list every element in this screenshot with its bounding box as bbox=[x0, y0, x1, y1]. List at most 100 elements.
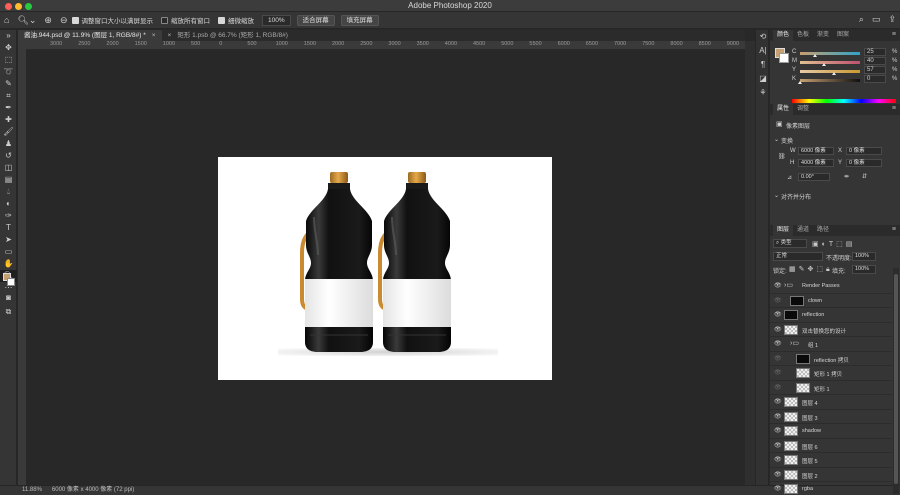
fill-field[interactable]: 100% bbox=[852, 265, 876, 274]
panel-menu-icon[interactable]: ≡ bbox=[892, 226, 896, 233]
share-icon[interactable]: ⇪ bbox=[888, 14, 896, 25]
x-field[interactable]: 0 像素 bbox=[846, 147, 882, 155]
zoom-percent-field[interactable]: 100% bbox=[262, 14, 291, 26]
visibility-eye-icon[interactable]: 👁︎ bbox=[774, 326, 782, 333]
tab-properties[interactable]: 属性 bbox=[773, 104, 794, 115]
background-color-swatch[interactable] bbox=[779, 53, 789, 63]
zoom-all-windows-checkbox[interactable]: 缩放所有窗口 bbox=[161, 15, 210, 25]
paragraph-panel-icon[interactable]: ¶ bbox=[756, 58, 770, 72]
brush-tool-icon[interactable]: 🖌︎ bbox=[0, 126, 17, 138]
workspace-icon[interactable]: ▭ bbox=[872, 14, 881, 25]
visibility-eye-icon[interactable]: 👁︎ bbox=[774, 456, 782, 463]
visibility-eye-icon[interactable]: 👁︎ bbox=[774, 282, 782, 289]
canvas-vertical-scrollbar[interactable] bbox=[745, 41, 755, 485]
slider-track[interactable] bbox=[800, 70, 860, 73]
flip-horizontal-icon[interactable]: ⇹ bbox=[844, 173, 849, 180]
color-slider-c[interactable]: C 25% bbox=[792, 48, 898, 57]
zoom-tool-preset-icon[interactable]: 🔍︎⌄ bbox=[17, 15, 36, 26]
layer-row[interactable]: 👁︎ reflection bbox=[770, 308, 892, 323]
tab-color[interactable]: 颜色 bbox=[773, 30, 794, 41]
screen-mode-icon[interactable]: ⧉ bbox=[0, 306, 17, 318]
opacity-field[interactable]: 100% bbox=[852, 252, 876, 261]
slider-value-field[interactable]: 57 bbox=[864, 66, 886, 74]
slider-value-field[interactable]: 0 bbox=[864, 75, 886, 83]
clone-stamp-tool-icon[interactable]: ♟ bbox=[0, 138, 17, 150]
slider-track[interactable] bbox=[800, 79, 860, 82]
scrubby-zoom-checkbox[interactable]: 细微缩放 bbox=[218, 15, 254, 25]
visibility-eye-icon[interactable]: 👁︎ bbox=[774, 340, 782, 347]
visibility-eye-icon[interactable]: 👁︎ bbox=[774, 369, 782, 376]
layer-row[interactable]: 👁︎ ›▭ 组 1 bbox=[770, 337, 892, 352]
tab-channels[interactable]: 通道 bbox=[793, 225, 813, 236]
layer-row[interactable]: 👁︎ 双击替换您的设计 bbox=[770, 323, 892, 337]
dodge-tool-icon[interactable]: ◐ bbox=[0, 198, 17, 210]
properties-dock-icon[interactable]: ⚘ bbox=[756, 86, 770, 100]
blend-mode-select[interactable]: 正常 bbox=[773, 252, 823, 261]
lock-icons[interactable]: ▦✎✥⬚🔒︎ bbox=[789, 265, 833, 274]
pen-tool-icon[interactable]: ✑ bbox=[0, 210, 17, 222]
history-panel-icon[interactable]: ⟲ bbox=[756, 30, 770, 44]
chevron-down-icon[interactable]: ⌄ bbox=[774, 136, 779, 143]
chevron-down-icon[interactable]: ⌄ bbox=[774, 192, 779, 199]
layer-row[interactable]: 👁︎ 矩形 1 拷贝 bbox=[770, 366, 892, 381]
width-field[interactable]: 6000 像素 bbox=[798, 147, 834, 155]
visibility-eye-icon[interactable]: 👁︎ bbox=[774, 485, 782, 492]
tab-layers[interactable]: 图层 bbox=[773, 225, 794, 236]
color-slider-k[interactable]: K 0% bbox=[792, 75, 898, 84]
visibility-eye-icon[interactable]: 👁︎ bbox=[774, 384, 782, 391]
folder-icon[interactable]: ›▭ bbox=[784, 281, 798, 291]
angle-field[interactable]: 0.00° bbox=[798, 173, 830, 181]
background-color-swatch[interactable] bbox=[7, 278, 15, 286]
type-tool-icon[interactable]: T bbox=[0, 222, 17, 234]
layer-row[interactable]: 👁︎ 图层 3 bbox=[770, 410, 892, 424]
visibility-eye-icon[interactable]: 👁︎ bbox=[774, 413, 782, 420]
layer-row[interactable]: 👁︎ 图层 4 bbox=[770, 395, 892, 410]
slider-thumb[interactable] bbox=[798, 81, 802, 84]
slider-track[interactable] bbox=[800, 52, 860, 55]
scrollbar-thumb[interactable] bbox=[894, 274, 898, 484]
character-panel-icon[interactable]: A| bbox=[756, 44, 770, 58]
panel-menu-icon[interactable]: ≡ bbox=[892, 31, 896, 38]
color-spectrum[interactable] bbox=[792, 99, 896, 103]
visibility-eye-icon[interactable]: 👁︎ bbox=[774, 297, 782, 304]
link-icon[interactable]: ⛓ bbox=[778, 153, 786, 160]
eyedropper-tool-icon[interactable]: ✒ bbox=[0, 102, 17, 114]
layers-scrollbar[interactable] bbox=[893, 268, 899, 494]
layer-filter-icons[interactable]: ▣◐T⬚▤ bbox=[812, 240, 855, 248]
slider-value-field[interactable]: 25 bbox=[864, 48, 886, 56]
layer-filter-select[interactable]: ⌕ 类型 bbox=[773, 239, 807, 248]
slider-value-field[interactable]: 40 bbox=[864, 57, 886, 65]
healing-brush-tool-icon[interactable]: ✚ bbox=[0, 114, 17, 126]
rectangle-tool-icon[interactable]: ▭ bbox=[0, 246, 17, 258]
zoom-out-icon[interactable]: ⊖ bbox=[60, 15, 68, 26]
crop-tool-icon[interactable]: ⌗ bbox=[0, 90, 17, 102]
glyphs-panel-icon[interactable]: ◪ bbox=[756, 72, 770, 86]
tab-adjustments[interactable]: 调整 bbox=[793, 104, 813, 115]
resize-windows-checkbox[interactable]: 调整窗口大小以满屏显示 bbox=[71, 15, 153, 25]
visibility-eye-icon[interactable]: 👁︎ bbox=[774, 427, 782, 434]
quick-select-tool-icon[interactable]: ✎ bbox=[0, 78, 17, 90]
visibility-eye-icon[interactable]: 👁︎ bbox=[774, 442, 782, 449]
layer-row[interactable]: 👁︎ ›▭ Render Passes bbox=[770, 279, 892, 294]
move-tool-icon[interactable]: ✥ bbox=[0, 42, 17, 54]
eraser-tool-icon[interactable]: ◫ bbox=[0, 162, 17, 174]
layer-row[interactable]: 👁︎ 矩形 1 bbox=[770, 381, 892, 395]
layer-row[interactable]: 👁︎ reflection 拷贝 bbox=[770, 352, 892, 366]
canvas-area[interactable] bbox=[26, 50, 745, 485]
layer-row[interactable]: 👁︎ 图层 6 bbox=[770, 439, 892, 453]
close-tab-icon[interactable]: × bbox=[152, 30, 156, 41]
height-field[interactable]: 4000 像素 bbox=[798, 159, 834, 167]
layer-row[interactable]: 👁︎ rgba bbox=[770, 482, 892, 495]
fit-screen-button[interactable]: 适合屏幕 bbox=[296, 14, 335, 26]
slider-track[interactable] bbox=[800, 61, 860, 64]
status-zoom[interactable]: 11.88% bbox=[22, 486, 42, 495]
slider-thumb[interactable] bbox=[832, 72, 837, 75]
layer-row[interactable]: 👁︎ clown bbox=[770, 294, 892, 308]
collapse-toolbox-icon[interactable]: » bbox=[0, 30, 17, 42]
zoom-in-icon[interactable]: ⊕ bbox=[44, 15, 52, 26]
folder-icon[interactable]: ›▭ bbox=[790, 339, 804, 349]
tab-swatches[interactable]: 色板 bbox=[793, 30, 813, 41]
lasso-tool-icon[interactable]: ➰ bbox=[0, 66, 17, 78]
color-slider-y[interactable]: Y 57% bbox=[792, 66, 898, 75]
marquee-tool-icon[interactable]: ⬚ bbox=[0, 54, 17, 66]
